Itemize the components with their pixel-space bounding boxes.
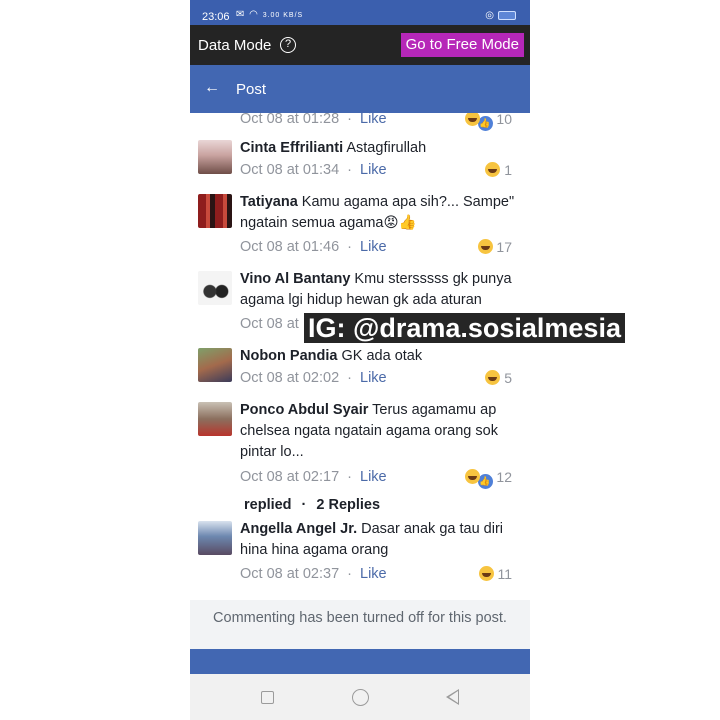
replies-link[interactable]: replied · 2 Replies — [244, 497, 380, 513]
reaction-count[interactable]: 1 — [485, 162, 512, 178]
notification-icon: ✉ — [236, 9, 246, 20]
like-button[interactable]: Like — [360, 566, 387, 582]
comment-time: Oct 08 at 01:28 — [240, 113, 340, 127]
avatar[interactable] — [198, 194, 232, 228]
nav-bar: ← Post — [190, 65, 530, 113]
sync-icon: ◎ — [485, 10, 494, 21]
comment-body: Nobon Pandia GK ada otak — [240, 346, 520, 367]
comment-meta: Oct 08 at 02:17 · Like — [240, 469, 387, 485]
like-button[interactable]: Like — [360, 239, 387, 255]
comment-time: Oct 08 at 01:34 — [240, 162, 340, 178]
comment-time: Oct 08 at 02:37 — [240, 566, 340, 582]
help-icon[interactable]: ? — [280, 37, 296, 53]
comment-author[interactable]: Tatiyana — [240, 194, 298, 210]
back-arrow-icon[interactable]: ← — [204, 79, 220, 97]
phone-screen: 23:06 ✉ ◠ 3.00 KB/S ◎ Data Mode ? Go to … — [190, 0, 530, 720]
like-button[interactable]: Like — [360, 162, 387, 178]
like-reaction-icon: 👍 — [477, 116, 493, 131]
comment-meta: Oct 08 at 01:34 · Like — [240, 162, 387, 178]
haha-emoji-icon — [485, 162, 501, 177]
comment-author[interactable]: Ponco Abdul Syair — [240, 402, 368, 418]
haha-emoji-icon — [478, 566, 494, 581]
comment-text: GK ada otak — [341, 348, 423, 364]
reaction-count[interactable]: 11 — [478, 566, 512, 582]
system-navigation-bar — [190, 674, 530, 720]
comment-author[interactable]: Vino Al Bantany — [240, 271, 350, 287]
reaction-count[interactable]: 5 — [485, 370, 512, 386]
status-right: ◎ — [485, 10, 516, 21]
battery-icon — [498, 10, 516, 20]
comment-meta: Oct 08 at 01:46 · Like — [240, 239, 387, 255]
like-button[interactable]: Like — [360, 113, 387, 127]
comment-body: Cinta Effrilianti Astagfirullah — [240, 138, 520, 159]
commenting-closed-notice: Commenting has been turned off for this … — [190, 600, 530, 649]
avatar[interactable] — [198, 271, 232, 305]
like-button[interactable]: Like — [360, 469, 387, 485]
comment-author[interactable]: Angella Angel Jr. — [240, 521, 357, 537]
avatar[interactable] — [198, 348, 232, 382]
status-bar: 23:06 ✉ ◠ 3.00 KB/S ◎ — [190, 0, 530, 25]
network-speed: 3.00 KB/S — [262, 12, 304, 19]
reaction-count[interactable]: 👍 12 — [464, 469, 512, 489]
free-mode-button[interactable]: Go to Free Mode — [400, 33, 524, 57]
comment-time: Oct 08 at 02:17 — [240, 469, 340, 485]
wifi-icon: ◠ — [249, 9, 259, 20]
comment-meta: Oct 08 at 02:37 · Like — [240, 566, 387, 582]
comment-author[interactable]: Cinta Effrilianti — [240, 140, 343, 156]
like-button[interactable]: Like — [360, 370, 387, 386]
comment-time: Oct 08 at 01:46 — [240, 239, 340, 255]
comment-body: Vino Al Bantany Kmu stersssss gk punya a… — [240, 269, 520, 311]
comment-body: Ponco Abdul Syair Terus agamamu ap chels… — [240, 400, 520, 463]
like-reaction-icon: 👍 — [477, 474, 493, 489]
comment-text: Astagfirullah — [346, 140, 427, 156]
comment-meta: Oct 08 at — [240, 316, 299, 332]
bottom-bar — [190, 649, 530, 674]
avatar[interactable] — [198, 521, 232, 555]
recent-apps-icon[interactable] — [261, 691, 274, 704]
avatar[interactable] — [198, 402, 232, 436]
avatar[interactable] — [198, 140, 232, 174]
comment-body: Tatiyana Kamu agama apa sih?... Sampe" n… — [240, 192, 520, 234]
data-mode-label: Data Mode — [198, 37, 272, 54]
watermark-text: IG: @drama.sosialmesia — [304, 313, 625, 343]
back-icon[interactable] — [446, 689, 459, 705]
reaction-count[interactable]: 17 — [477, 239, 512, 255]
data-mode-bar: Data Mode ? Go to Free Mode — [190, 25, 530, 65]
comment-meta: Oct 08 at 02:02 · Like — [240, 370, 387, 386]
haha-emoji-icon — [477, 239, 493, 254]
comment-meta: Oct 08 at 01:28 · Like — [240, 113, 387, 127]
comment-list: Oct 08 at 01:28 · Like 👍 10 Cinta Effrilia… — [190, 113, 530, 600]
reaction-count[interactable]: 👍 10 — [464, 113, 512, 131]
comment-time: Oct 08 at — [240, 316, 299, 332]
comment-body: Angella Angel Jr. Dasar anak ga tau diri… — [240, 519, 520, 561]
haha-emoji-icon — [485, 370, 501, 385]
status-time: 23:06 — [202, 11, 230, 23]
haha-emoji-icon — [464, 469, 480, 484]
status-icons: ✉ ◠ 3.00 KB/S — [236, 9, 303, 20]
comment-time: Oct 08 at 02:02 — [240, 370, 340, 386]
comment-author[interactable]: Nobon Pandia — [240, 348, 337, 364]
page-title: Post — [236, 81, 267, 98]
haha-emoji-icon — [464, 113, 480, 126]
home-icon[interactable] — [352, 689, 369, 706]
